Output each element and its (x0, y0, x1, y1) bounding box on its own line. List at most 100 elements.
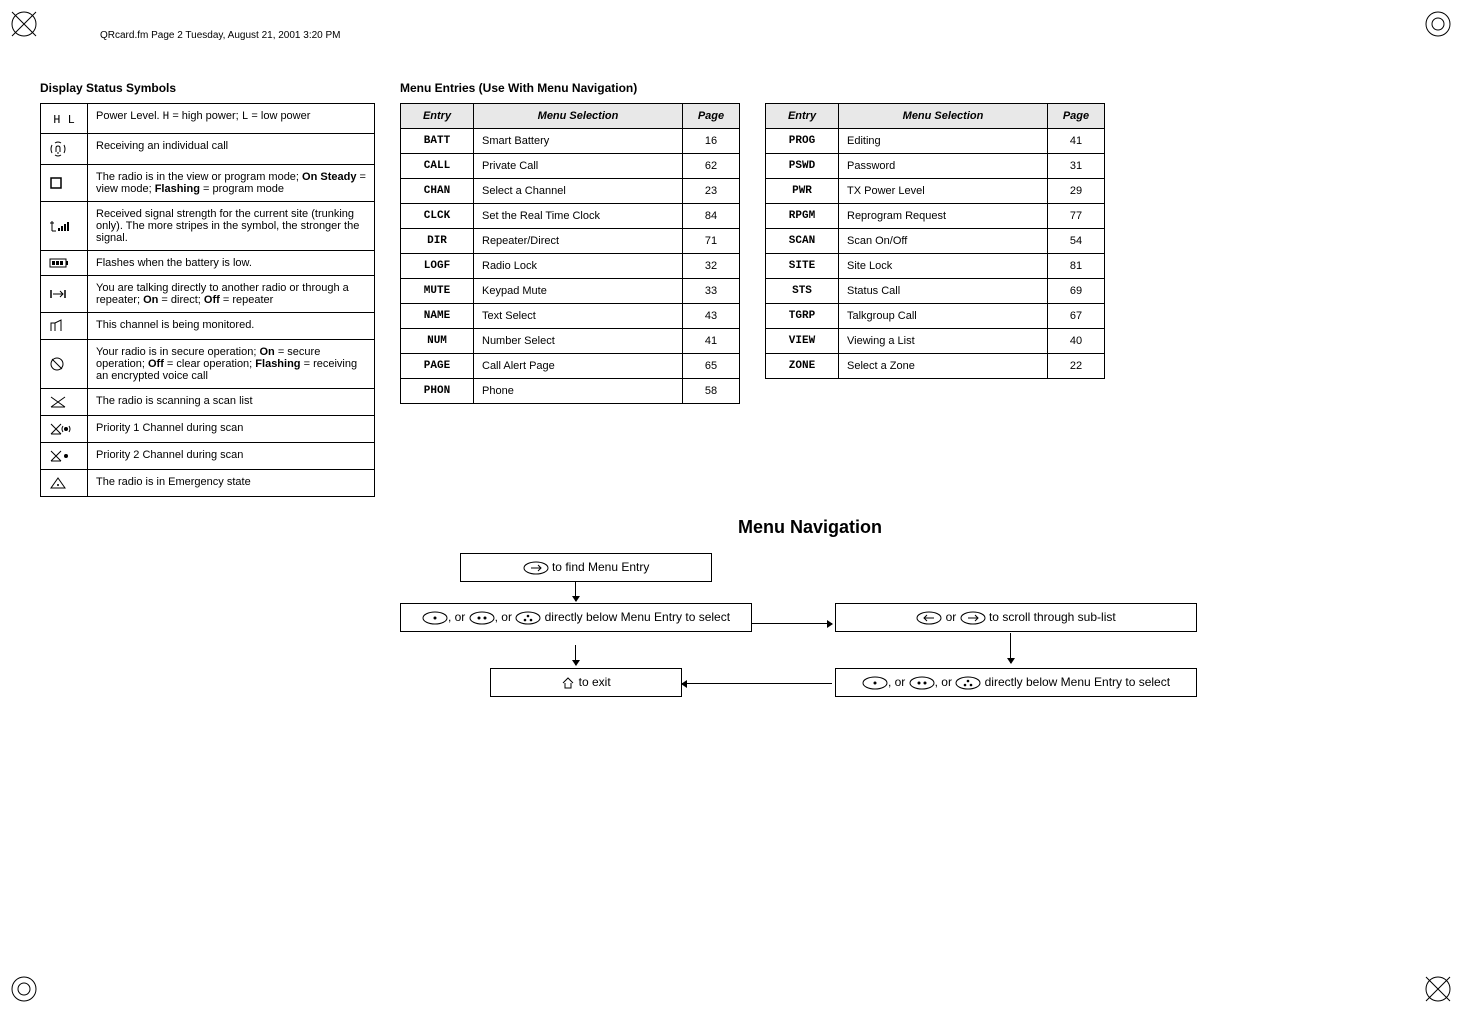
corner-mark (10, 10, 38, 38)
menu-selection: Phone (474, 379, 683, 404)
menu-page: 54 (1048, 229, 1105, 254)
dot1-oval-icon (862, 676, 888, 690)
menu-selection: Repeater/Direct (474, 229, 683, 254)
menu-selection: Viewing a List (839, 329, 1048, 354)
menu-selection: Editing (839, 129, 1048, 154)
status-symbol-icon (41, 470, 88, 497)
status-description: Priority 2 Channel during scan (88, 443, 375, 470)
status-description: Flashes when the battery is low. (88, 251, 375, 276)
menu-selection: Set the Real Time Clock (474, 204, 683, 229)
table-row: STSStatus Call69 (766, 279, 1105, 304)
col-header-page: Page (683, 104, 740, 129)
home-icon (561, 676, 575, 690)
table-row: VIEWViewing a List40 (766, 329, 1105, 354)
menu-page: 65 (683, 354, 740, 379)
menu-page: 16 (683, 129, 740, 154)
table-row: ZONESelect a Zone22 (766, 354, 1105, 379)
menu-page: 31 (1048, 154, 1105, 179)
status-symbol-icon (41, 202, 88, 251)
table-row: Priority 1 Channel during scan (41, 416, 375, 443)
table-row: Receiving an individual call (41, 134, 375, 165)
status-symbol-icon (41, 313, 88, 340)
table-row: This channel is being monitored. (41, 313, 375, 340)
page-header-filename: QRcard.fm Page 2 Tuesday, August 21, 200… (100, 30, 1422, 41)
table-row: SITESite Lock81 (766, 254, 1105, 279)
nav-step-exit: to exit (490, 668, 682, 697)
status-symbol-icon (41, 251, 88, 276)
menu-entry-code: LOGF (401, 254, 474, 279)
menu-entry-code: STS (766, 279, 839, 304)
status-symbol-icon (41, 134, 88, 165)
status-description: Power Level. H = high power; L = low pow… (88, 104, 375, 134)
menu-page: 43 (683, 304, 740, 329)
nav-step-scroll: or to scroll through sub-list (835, 603, 1197, 632)
left-oval-icon (916, 611, 942, 625)
menu-selection: Keypad Mute (474, 279, 683, 304)
menu-page: 41 (1048, 129, 1105, 154)
menu-entries-table-b: Entry Menu Selection Page PROGEditing41P… (765, 103, 1105, 379)
menu-entry-code: CHAN (401, 179, 474, 204)
menu-selection: Site Lock (839, 254, 1048, 279)
menu-selection: TX Power Level (839, 179, 1048, 204)
nav-step-find: to find Menu Entry (460, 553, 712, 582)
menu-selection: Smart Battery (474, 129, 683, 154)
col-header-entry: Entry (401, 104, 474, 129)
menu-entry-code: NUM (401, 329, 474, 354)
blank-header (765, 81, 1105, 95)
table-row: CLCKSet the Real Time Clock84 (401, 204, 740, 229)
menu-entry-code: BATT (401, 129, 474, 154)
dot3-oval-icon (515, 611, 541, 625)
menu-selection: Password (839, 154, 1048, 179)
menu-entry-code: SITE (766, 254, 839, 279)
table-row: TGRPTalkgroup Call67 (766, 304, 1105, 329)
table-row: DIRRepeater/Direct71 (401, 229, 740, 254)
menu-page: 62 (683, 154, 740, 179)
menu-page: 84 (683, 204, 740, 229)
menu-page: 41 (683, 329, 740, 354)
menu-entry-code: PAGE (401, 354, 474, 379)
status-description: You are talking directly to another radi… (88, 276, 375, 313)
table-row: You are talking directly to another radi… (41, 276, 375, 313)
menu-navigation-diagram: to find Menu Entry , or , or directly be… (400, 553, 1220, 773)
dot3-oval-icon (955, 676, 981, 690)
menu-selection: Reprogram Request (839, 204, 1048, 229)
table-row: NAMEText Select43 (401, 304, 740, 329)
table-row: BATTSmart Battery16 (401, 129, 740, 154)
menu-entry-code: CLCK (401, 204, 474, 229)
menu-entry-code: TGRP (766, 304, 839, 329)
table-row: Flashes when the battery is low. (41, 251, 375, 276)
col-header-entry: Entry (766, 104, 839, 129)
nav-find-text: to find Menu Entry (549, 560, 650, 574)
dot2-oval-icon (469, 611, 495, 625)
menu-entry-code: PWR (766, 179, 839, 204)
status-symbol-icon (41, 389, 88, 416)
col-header-selection: Menu Selection (474, 104, 683, 129)
col-header-selection: Menu Selection (839, 104, 1048, 129)
table-row: CHANSelect a Channel23 (401, 179, 740, 204)
menu-entry-code: MUTE (401, 279, 474, 304)
right-oval-icon (960, 611, 986, 625)
status-description: Your radio is in secure operation; On = … (88, 340, 375, 389)
menu-selection: Select a Channel (474, 179, 683, 204)
right-oval-icon (523, 561, 549, 575)
menu-page: 69 (1048, 279, 1105, 304)
menu-selection: Text Select (474, 304, 683, 329)
menu-page: 71 (683, 229, 740, 254)
menu-navigation-title: Menu Navigation (400, 517, 1220, 538)
menu-page: 67 (1048, 304, 1105, 329)
corner-mark (1424, 10, 1452, 38)
menu-entry-code: NAME (401, 304, 474, 329)
status-symbol-icon (41, 443, 88, 470)
status-symbols-title: Display Status Symbols (40, 81, 375, 95)
menu-page: 58 (683, 379, 740, 404)
menu-selection: Number Select (474, 329, 683, 354)
menu-entry-code: RPGM (766, 204, 839, 229)
table-row: PSWDPassword31 (766, 154, 1105, 179)
menu-entry-code: PHON (401, 379, 474, 404)
corner-mark (1424, 975, 1452, 1003)
menu-entry-code: ZONE (766, 354, 839, 379)
menu-page: 22 (1048, 354, 1105, 379)
menu-entries-title: Menu Entries (Use With Menu Navigation) (400, 81, 740, 95)
menu-selection: Status Call (839, 279, 1048, 304)
menu-entries-table-a: Entry Menu Selection Page BATTSmart Batt… (400, 103, 740, 404)
